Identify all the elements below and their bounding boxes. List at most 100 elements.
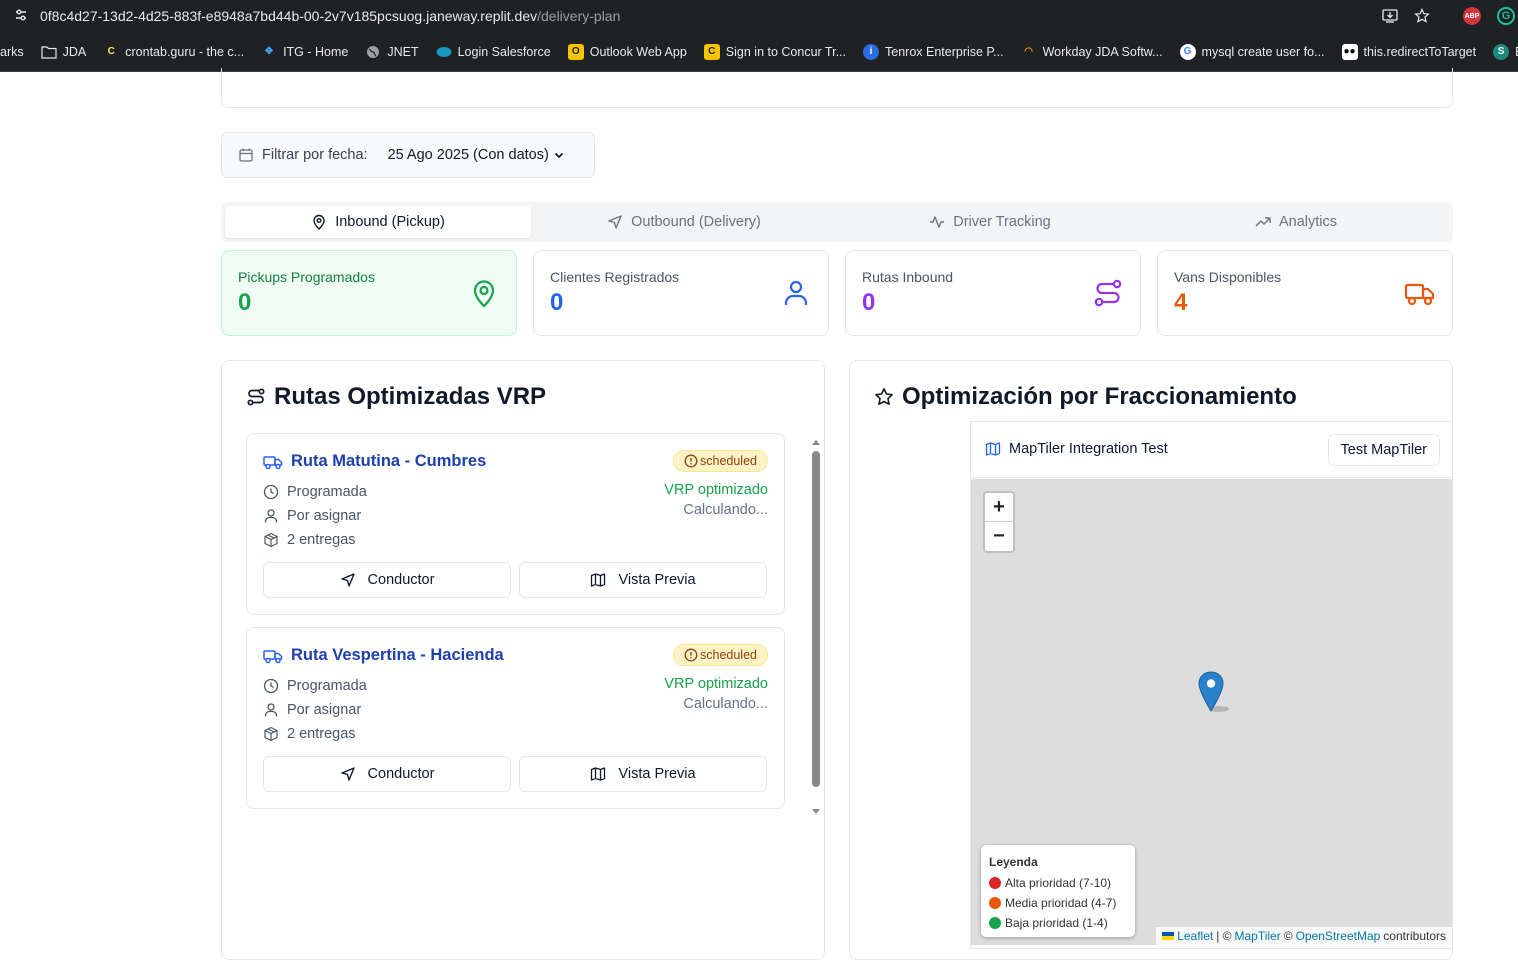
bookmark-label: crontab.guru - the c... — [125, 44, 245, 59]
map-pin-icon — [473, 280, 495, 308]
map-title: MapTiler Integration Test — [985, 441, 1168, 457]
zoom-control: + − — [983, 491, 1015, 553]
map-pin-icon — [313, 214, 325, 230]
zoom-out-button[interactable]: − — [985, 522, 1013, 551]
grammarly-extension-icon[interactable]: G — [1496, 6, 1516, 26]
openstreetmap-link[interactable]: OpenStreetMap — [1296, 929, 1381, 943]
bookmark-star-icon[interactable] — [1412, 6, 1432, 26]
bookmarks-bar: arks JDA Ccrontab.guru - the c... ✥ ITG - Ho… — [0, 32, 1518, 72]
legend-item-medium: Media prioridad (4-7) — [989, 893, 1127, 913]
stat-value: 0 — [862, 289, 876, 316]
bookmark-item[interactable]: i Tenrox Enterprise P... — [863, 43, 1004, 60]
map-icon — [591, 573, 606, 587]
bookmark-item[interactable]: SEscalation — [1493, 43, 1518, 60]
bookmark-item[interactable]: ●● this.redirectToTarget — [1341, 43, 1476, 60]
stat-title: Vans Disponibles — [1174, 269, 1282, 285]
bookmark-item[interactable]: Ccrontab.guru - the c... — [103, 43, 245, 60]
scroll-up-arrow-icon[interactable] — [810, 437, 822, 447]
map-icon — [985, 442, 1001, 456]
zoom-in-button[interactable]: + — [985, 493, 1013, 522]
install-app-icon[interactable] — [1380, 6, 1400, 26]
navigation-icon — [608, 215, 622, 229]
bookmark-label: Login Salesforce — [457, 44, 551, 59]
maptiler-link[interactable]: MapTiler — [1235, 929, 1281, 943]
map-icon — [591, 767, 606, 781]
truck-icon — [263, 455, 283, 469]
map-panel-title-text: Optimización por Fraccionamiento — [902, 383, 1297, 410]
calc-status: Calculando... — [683, 696, 768, 712]
bookmark-item[interactable]: O Outlook Web App — [567, 43, 687, 60]
route-name-text: Ruta Matutina - Cumbres — [291, 452, 487, 470]
bookmark-item[interactable]: ◠ Workday JDA Softw... — [1021, 44, 1163, 60]
route-deliveries: 2 entregas — [263, 532, 356, 548]
date-select-value: 25 Ago 2025 (Con datos) — [387, 147, 549, 163]
tab-driver-tracking[interactable]: Driver Tracking — [837, 206, 1143, 238]
tab-inbound-label: Inbound (Pickup) — [335, 214, 445, 230]
legend-item-low: Baja prioridad (1-4) — [989, 913, 1127, 933]
calc-status: Calculando... — [683, 502, 768, 518]
preview-button[interactable]: Vista Previa — [519, 562, 767, 598]
route-deliveries-text: 2 entregas — [287, 532, 356, 548]
route-card: Ruta Matutina - Cumbres scheduled Progra… — [246, 433, 785, 615]
route-driver: Por asignar — [263, 508, 361, 524]
status-badge-text: scheduled — [700, 648, 757, 662]
alert-circle-icon — [684, 454, 698, 468]
stat-value: 0 — [550, 289, 564, 316]
bookmark-item[interactable]: JNET — [365, 44, 419, 60]
assign-driver-label: Conductor — [367, 572, 435, 588]
truck-icon — [263, 649, 283, 663]
legend-item-high: Alta prioridad (7-10) — [989, 873, 1127, 893]
leaflet-link[interactable]: Leaflet — [1177, 929, 1213, 943]
medium-icon: ●● — [1341, 43, 1358, 60]
adblock-extension-icon[interactable]: ABP — [1462, 6, 1482, 26]
bookmark-label: ITG - Home — [283, 44, 349, 59]
legend-item-label: Media prioridad (4-7) — [1005, 896, 1117, 910]
scroll-thumb[interactable] — [812, 451, 820, 787]
map-container: MapTiler Integration Test Test MapTiler … — [970, 421, 1453, 949]
bookmark-item[interactable]: JDA — [41, 44, 86, 60]
legend-item-label: Baja prioridad (1-4) — [1005, 916, 1108, 930]
map-marker-icon[interactable] — [1197, 671, 1237, 715]
concur-icon: C — [703, 43, 720, 60]
date-filter-label: Filtrar por fecha: — [262, 147, 368, 163]
bookmark-item[interactable]: Gmysql create user fo... — [1179, 43, 1325, 60]
activity-icon — [930, 216, 945, 228]
bookmark-label: Outlook Web App — [589, 44, 687, 59]
escalation-icon: S — [1493, 43, 1510, 60]
address-field[interactable]: 0f8c4d27-13d2-4d25-883f-e8948a7bd44b-00-… — [40, 8, 620, 24]
tab-outbound[interactable]: Outbound (Delivery) — [531, 206, 837, 238]
bookmark-label: Tenrox Enterprise P... — [885, 44, 1004, 59]
test-maptiler-button[interactable]: Test MapTiler — [1327, 434, 1440, 466]
bookmark-label: Workday JDA Softw... — [1042, 44, 1163, 59]
chevron-down-icon — [554, 152, 563, 159]
route-name[interactable]: Ruta Matutina - Cumbres — [263, 452, 486, 471]
date-select[interactable]: 25 Ago 2025 (Con datos) — [388, 147, 565, 163]
star-icon — [875, 388, 893, 405]
workday-icon: ◠ — [1024, 46, 1033, 57]
url-host: 0f8c4d27-13d2-4d25-883f-e8948a7bd44b-00-… — [40, 8, 538, 24]
navigation-icon — [340, 767, 355, 781]
routes-scrollbar[interactable] — [810, 437, 822, 817]
date-filter: Filtrar por fecha: 25 Ago 2025 (Con dato… — [221, 132, 595, 178]
tab-inbound[interactable]: Inbound (Pickup) — [225, 206, 531, 238]
site-settings-icon[interactable] — [14, 8, 28, 22]
route-deliveries: 2 entregas — [263, 726, 356, 742]
route-status: Programada — [263, 678, 367, 694]
calendar-icon — [239, 148, 253, 162]
bookmark-item[interactable]: Login Salesforce — [436, 44, 551, 60]
route-name[interactable]: Ruta Vespertina - Hacienda — [263, 646, 504, 665]
assign-driver-button[interactable]: Conductor — [263, 756, 511, 792]
bookmark-item[interactable]: C Sign in to Concur Tr... — [703, 43, 846, 60]
tab-analytics[interactable]: Analytics — [1143, 206, 1449, 238]
route-status: Programada — [263, 484, 367, 500]
view-tabs: Inbound (Pickup) Outbound (Delivery) Dri… — [221, 202, 1453, 242]
route-icon — [247, 388, 265, 406]
bookmark-item[interactable]: arks — [0, 45, 24, 59]
assign-driver-button[interactable]: Conductor — [263, 562, 511, 598]
bookmark-item[interactable]: ✥ ITG - Home — [261, 44, 349, 60]
scroll-down-arrow-icon[interactable] — [810, 807, 822, 817]
preview-button[interactable]: Vista Previa — [519, 756, 767, 792]
route-status-text: Programada — [287, 678, 367, 694]
attribution-separator: © — [1283, 929, 1293, 943]
leaflet-map[interactable]: + − Leyenda Alta prioridad (7-10) Media … — [971, 479, 1452, 945]
